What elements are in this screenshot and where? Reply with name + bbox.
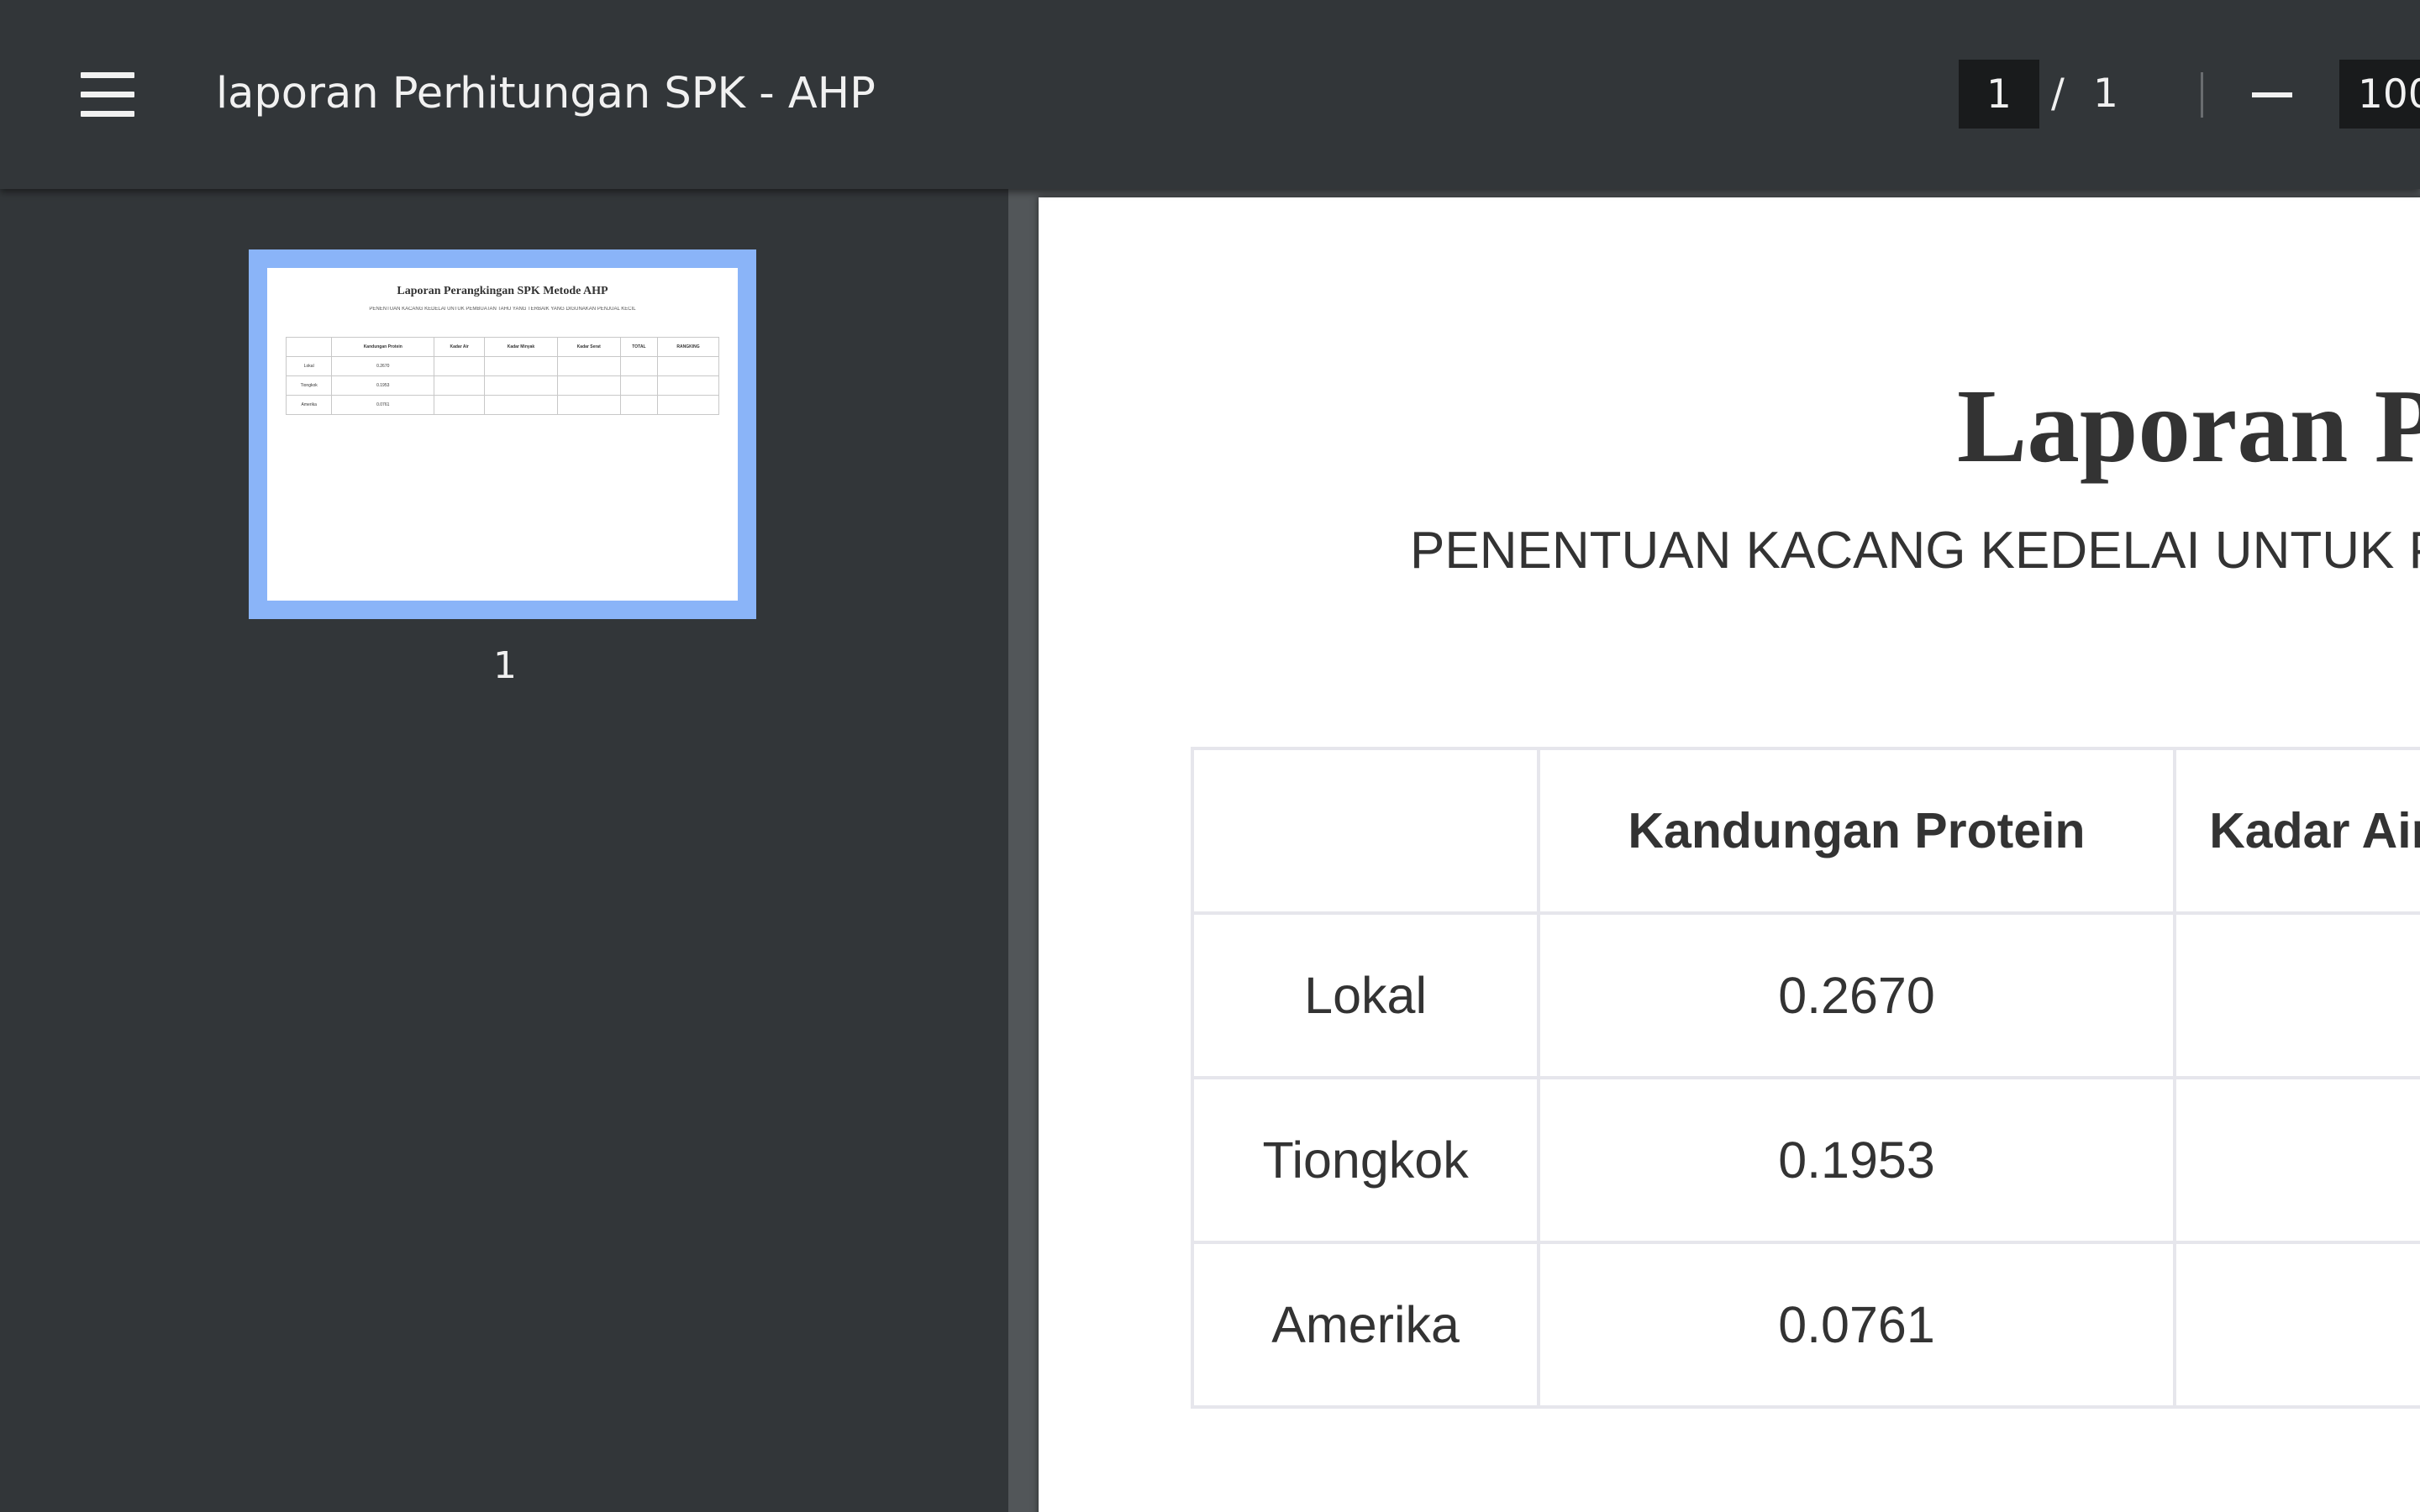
- thumb-row-name: Lokal: [285, 356, 333, 376]
- thumbnail-subtitle: PENENTUAN KACANG KEDELAI UNTUK PEMBUATAN…: [369, 307, 636, 312]
- thumb-header-cell: RANGKING: [657, 337, 719, 357]
- row-name-cell: Lokal: [1190, 911, 1541, 1079]
- table-cell: [2172, 911, 2420, 1079]
- table-header-row: Kandungan Protein Kadar Air: [1190, 747, 2420, 915]
- thumb-cell: 0.1953: [331, 375, 435, 396]
- toolbar-divider: [2201, 72, 2203, 118]
- zoom-level-input[interactable]: [2339, 60, 2420, 129]
- thumbnail-sidebar: Laporan Perangkingan SPK Metode AHP PENE…: [0, 189, 1008, 1512]
- document-viewer[interactable]: Laporan Perangkingan SPK Metode AHP PENE…: [1008, 189, 2420, 1512]
- thumb-header-cell: Kandungan Protein: [331, 337, 435, 357]
- document-title: laporan Perhitungan SPK - AHP: [216, 69, 876, 118]
- table-row: Tiongkok 0.1953: [1190, 1076, 2420, 1244]
- thumb-header-cell: TOTAL: [619, 337, 659, 357]
- report-subtitle: PENENTUAN KACANG KEDELAI UNTUK PEMBUATAN…: [1410, 522, 2420, 580]
- table-header-cell: [1190, 747, 1541, 915]
- page-thumbnail[interactable]: Laporan Perangkingan SPK Metode AHP PENE…: [249, 249, 756, 619]
- thumb-header-cell: Kadar Serat: [556, 337, 621, 357]
- zoom-out-button[interactable]: [2244, 67, 2302, 123]
- pdf-toolbar: laporan Perhitungan SPK - AHP / 1: [0, 0, 2420, 189]
- thumb-cell: 0.0761: [331, 395, 435, 415]
- page-total: 1: [2093, 71, 2118, 117]
- thumb-header-cell: [285, 337, 333, 357]
- table-row: Amerika 0.0761: [1190, 1241, 2420, 1409]
- page-number-input[interactable]: [1959, 60, 2039, 129]
- table-cell: [2172, 1076, 2420, 1244]
- ranking-table: Kandungan Protein Kadar Air Lokal 0.2670…: [1190, 747, 2420, 1409]
- thumb-header-cell: Kadar Minyak: [484, 337, 558, 357]
- thumb-row-name: Amerika: [285, 395, 333, 415]
- table-cell: 0.2670: [1537, 911, 2176, 1079]
- thumb-header-cell: Kadar Air: [434, 337, 486, 357]
- thumbnail-page-label: 1: [493, 644, 517, 687]
- row-name-cell: Amerika: [1190, 1241, 1541, 1409]
- pdf-page: Laporan Perangkingan SPK Metode AHP PENE…: [1039, 197, 2420, 1512]
- thumbnail-title: Laporan Perangkingan SPK Metode AHP: [397, 285, 608, 297]
- table-cell: 0.1953: [1537, 1076, 2176, 1244]
- page-separator: /: [2051, 71, 2065, 117]
- thumbnail-table: Kandungan Protein Kadar Air Kadar Minyak…: [285, 337, 719, 415]
- row-name-cell: Tiongkok: [1190, 1076, 1541, 1244]
- thumb-row-name: Tiongkok: [285, 375, 333, 396]
- table-header-cell: Kadar Air: [2172, 747, 2420, 915]
- thumb-cell: 0.2670: [331, 356, 435, 376]
- minus-icon: [2252, 92, 2292, 97]
- table-row: Lokal 0.2670: [1190, 911, 2420, 1079]
- table-header-cell: Kandungan Protein: [1537, 747, 2176, 915]
- table-cell: 0.0761: [1537, 1241, 2176, 1409]
- report-title: Laporan Perangkingan SPK Metode AHP: [1957, 369, 2420, 485]
- hamburger-menu-icon[interactable]: [74, 67, 141, 123]
- table-cell: [2172, 1241, 2420, 1409]
